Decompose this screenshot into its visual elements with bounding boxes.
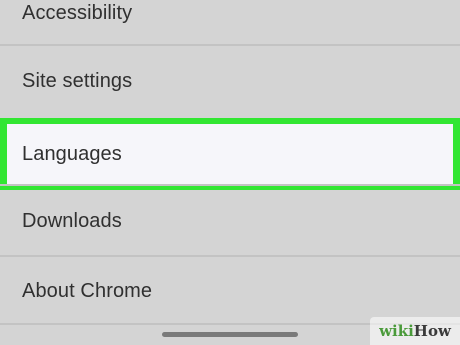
settings-item-languages[interactable]: Languages	[7, 124, 453, 184]
watermark-wiki: wiki	[379, 322, 414, 340]
settings-item-about-chrome[interactable]: About Chrome	[0, 258, 460, 324]
divider	[0, 44, 460, 46]
settings-item-site-settings[interactable]: Site settings	[0, 48, 460, 114]
settings-list: Accessibility Site settings Languages Do…	[0, 0, 460, 345]
highlight-box: Languages	[0, 118, 460, 190]
divider	[0, 255, 460, 257]
divider	[0, 184, 460, 186]
settings-item-accessibility[interactable]: Accessibility	[0, 0, 460, 32]
settings-item-label: About Chrome	[22, 279, 153, 302]
watermark-how: How	[413, 322, 451, 340]
settings-item-downloads[interactable]: Downloads	[0, 188, 460, 254]
gesture-navigation-bar[interactable]	[162, 332, 298, 337]
settings-item-label: Downloads	[22, 209, 122, 232]
settings-item-label: Accessibility	[22, 1, 133, 24]
settings-item-label: Languages	[22, 142, 122, 165]
wikihow-watermark: wiki How	[370, 317, 460, 345]
settings-item-label: Site settings	[22, 69, 133, 92]
